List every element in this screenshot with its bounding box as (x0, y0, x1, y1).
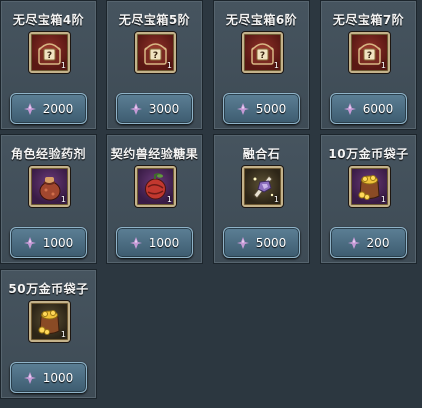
shop-item-card[interactable]: 融合石 1 5000 (213, 134, 310, 264)
price-label: 200 (366, 235, 390, 250)
item-icon-frame[interactable]: 1 (29, 301, 70, 342)
price-label: 2000 (42, 101, 74, 116)
shop-item-card[interactable]: 无尽宝箱7阶 ? 1 6000 (320, 0, 417, 130)
buy-button[interactable]: 1000 (116, 227, 193, 258)
price-label: 5000 (255, 101, 287, 116)
purple-crystal-icon (347, 236, 360, 249)
item-name: 融合石 (242, 147, 281, 161)
item-quantity: 1 (60, 195, 66, 204)
purple-crystal-icon (129, 102, 142, 115)
shop-item-card[interactable]: 契约兽经验糖果 1 1000 (106, 134, 203, 264)
item-icon-frame[interactable]: 1 (242, 166, 283, 207)
item-quantity: 1 (166, 61, 172, 70)
item-quantity: 1 (60, 330, 66, 339)
item-name: 10万金币袋子 (328, 147, 409, 161)
shop-item-card[interactable]: 无尽宝箱4阶 ? 1 2000 (0, 0, 97, 130)
shop-item-card[interactable]: 50万金币袋子 1 1000 (0, 269, 97, 399)
buy-button[interactable]: 1000 (10, 227, 87, 258)
price-label: 5000 (255, 235, 287, 250)
svg-text:?: ? (47, 51, 52, 61)
item-icon-frame[interactable]: 1 (135, 166, 176, 207)
item-name: 角色经验药剂 (10, 147, 86, 161)
item-name: 50万金币袋子 (8, 282, 89, 296)
buy-button[interactable]: 1000 (10, 362, 87, 393)
item-icon-frame[interactable]: 1 (349, 166, 390, 207)
shop-item-card[interactable]: 10万金币袋子 1 200 (320, 134, 417, 264)
purple-crystal-icon (343, 102, 356, 115)
item-name: 契约兽经验糖果 (110, 147, 199, 161)
buy-button[interactable]: 5000 (223, 227, 300, 258)
item-quantity: 1 (166, 195, 172, 204)
buy-button[interactable]: 200 (330, 227, 407, 258)
item-name: 无尽宝箱5阶 (118, 13, 191, 27)
purple-crystal-icon (23, 236, 36, 249)
buy-button[interactable]: 5000 (223, 93, 300, 124)
price-label: 6000 (362, 101, 394, 116)
svg-text:?: ? (260, 51, 265, 61)
purple-crystal-icon (23, 371, 36, 384)
item-icon-frame[interactable]: ? 1 (242, 32, 283, 73)
svg-text:?: ? (153, 51, 158, 61)
item-icon-frame[interactable]: ? 1 (29, 32, 70, 73)
item-name: 无尽宝箱7阶 (332, 13, 405, 27)
purple-crystal-icon (236, 236, 249, 249)
price-label: 1000 (42, 370, 74, 385)
item-icon-frame[interactable]: ? 1 (135, 32, 176, 73)
price-label: 1000 (42, 235, 74, 250)
item-name: 无尽宝箱6阶 (225, 13, 298, 27)
item-quantity: 1 (273, 195, 279, 204)
item-quantity: 1 (380, 61, 386, 70)
item-quantity: 1 (60, 61, 66, 70)
buy-button[interactable]: 3000 (116, 93, 193, 124)
shop-item-card[interactable]: 角色经验药剂 1 1000 (0, 134, 97, 264)
item-name: 无尽宝箱4阶 (12, 13, 85, 27)
purple-crystal-icon (23, 102, 36, 115)
item-quantity: 1 (273, 61, 279, 70)
purple-crystal-icon (129, 236, 142, 249)
shop-item-card[interactable]: 无尽宝箱5阶 ? 1 3000 (106, 0, 203, 130)
svg-text:?: ? (367, 51, 372, 61)
item-quantity: 1 (380, 195, 386, 204)
price-label: 3000 (148, 101, 180, 116)
buy-button[interactable]: 2000 (10, 93, 87, 124)
buy-button[interactable]: 6000 (330, 93, 407, 124)
shop-item-card[interactable]: 无尽宝箱6阶 ? 1 5000 (213, 0, 310, 130)
item-icon-frame[interactable]: 1 (29, 166, 70, 207)
price-label: 1000 (148, 235, 180, 250)
item-icon-frame[interactable]: ? 1 (349, 32, 390, 73)
purple-crystal-icon (236, 102, 249, 115)
